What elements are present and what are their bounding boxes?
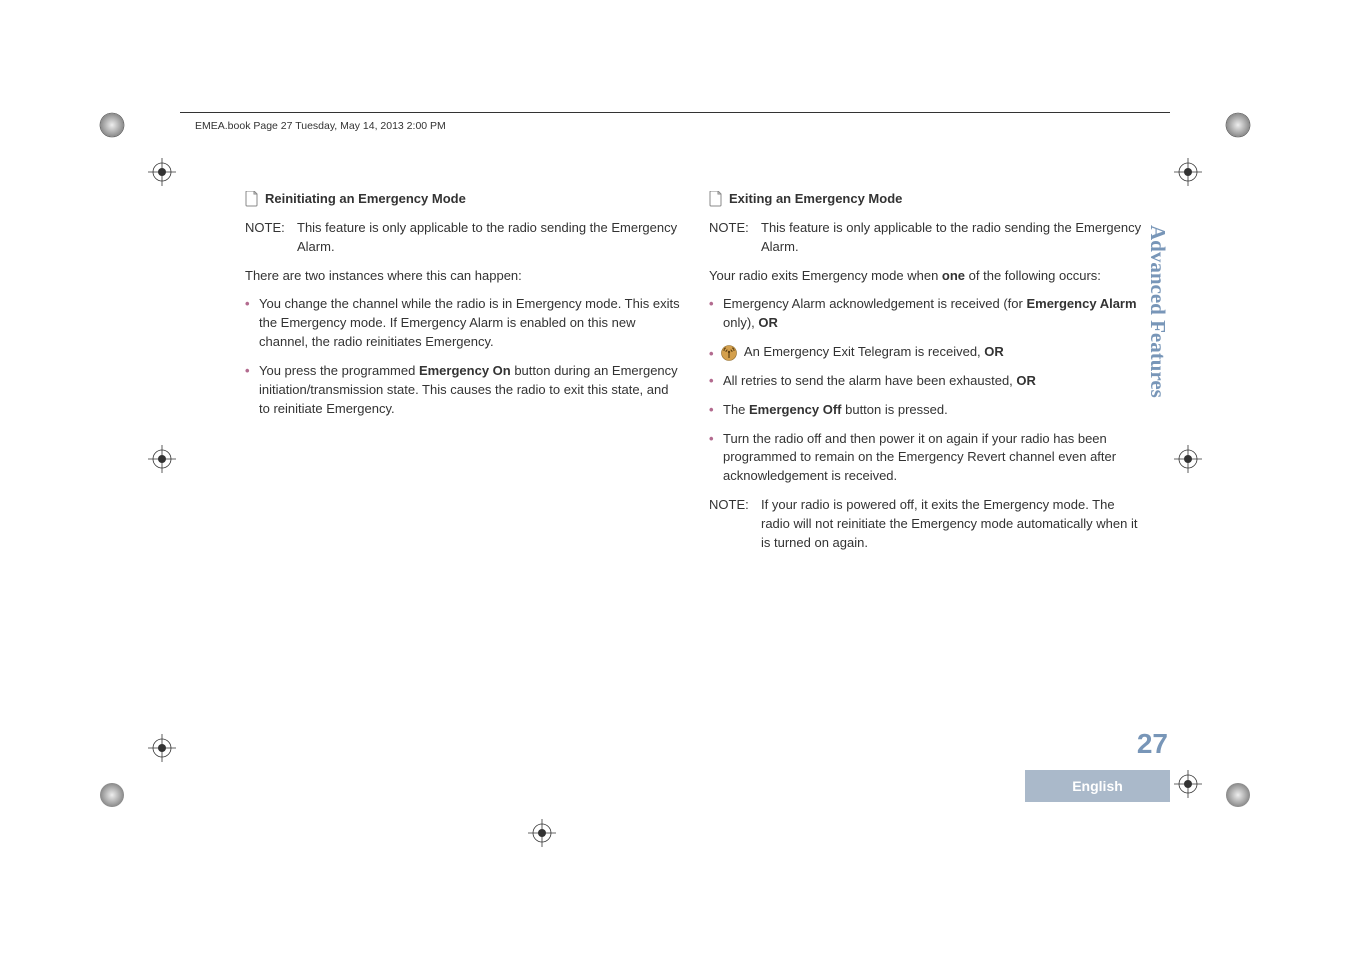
note-label: NOTE: (245, 219, 297, 257)
text: You press the programmed (259, 363, 419, 378)
paragraph: Your radio exits Emergency mode when one… (709, 267, 1145, 286)
antenna-icon (721, 345, 737, 361)
crop-corner-icon (1221, 778, 1255, 812)
header-text: EMEA.book Page 27 Tuesday, May 14, 2013 … (195, 120, 446, 132)
crop-reg-icon (528, 819, 556, 847)
crop-corner-icon (1221, 108, 1255, 142)
list-item: • An Emergency Exit Telegram is received… (709, 343, 1145, 362)
section-title: Exiting an Emergency Mode (729, 190, 902, 209)
bold-text: OR (984, 344, 1004, 359)
section-title: Reinitiating an Emergency Mode (265, 190, 466, 209)
document-icon (709, 191, 723, 207)
text: only), (723, 315, 758, 330)
crop-reg-icon (1174, 445, 1202, 473)
text: An Emergency Exit Telegram is received, (744, 344, 984, 359)
right-column: Exiting an Emergency Mode NOTE: This fea… (709, 190, 1145, 563)
header-rule (180, 112, 1170, 113)
list-item: Turn the radio off and then power it on … (709, 430, 1145, 487)
list-item: You press the programmed Emergency On bu… (245, 362, 681, 419)
document-icon (245, 191, 259, 207)
crop-reg-icon (1174, 158, 1202, 186)
note-label: NOTE: (709, 496, 761, 553)
text: Your radio exits Emergency mode when (709, 268, 942, 283)
bold-text: one (942, 268, 965, 283)
note-row: NOTE: This feature is only applicable to… (245, 219, 681, 257)
crop-reg-icon (148, 158, 176, 186)
list-item: You change the channel while the radio i… (245, 295, 681, 352)
list-item: The Emergency Off button is pressed. (709, 401, 1145, 420)
content-area: Reinitiating an Emergency Mode NOTE: Thi… (245, 190, 1145, 563)
bold-text: Emergency On (419, 363, 511, 378)
note-row: NOTE: If your radio is powered off, it e… (709, 496, 1145, 553)
section-heading: Reinitiating an Emergency Mode (245, 190, 681, 209)
bold-text: OR (1016, 373, 1036, 388)
text: of the following occurs: (965, 268, 1101, 283)
language-box: English (1025, 770, 1170, 802)
note-text: If your radio is powered off, it exits t… (761, 496, 1145, 553)
section-heading: Exiting an Emergency Mode (709, 190, 1145, 209)
section-tab: Advanced Features (1144, 225, 1170, 398)
note-text: This feature is only applicable to the r… (761, 219, 1145, 257)
crop-reg-icon (148, 734, 176, 762)
crop-corner-icon (95, 108, 129, 142)
text: All retries to send the alarm have been … (723, 373, 1016, 388)
crop-corner-icon (95, 778, 129, 812)
bold-text: Emergency Off (749, 402, 841, 417)
page-number: 27 (1137, 728, 1168, 760)
crop-reg-icon (1174, 770, 1202, 798)
bullet-list: Emergency Alarm acknowledgement is recei… (709, 295, 1145, 486)
paragraph: There are two instances where this can h… (245, 267, 681, 286)
note-row: NOTE: This feature is only applicable to… (709, 219, 1145, 257)
bold-text: Emergency Alarm (1026, 296, 1136, 311)
note-label: NOTE: (709, 219, 761, 257)
list-item: All retries to send the alarm have been … (709, 372, 1145, 391)
crop-reg-icon (148, 445, 176, 473)
text: button is pressed. (842, 402, 948, 417)
note-text: This feature is only applicable to the r… (297, 219, 681, 257)
text: Emergency Alarm acknowledgement is recei… (723, 296, 1026, 311)
bullet-marker: • (709, 345, 714, 364)
text: The (723, 402, 749, 417)
list-item: Emergency Alarm acknowledgement is recei… (709, 295, 1145, 333)
bullet-list: You change the channel while the radio i… (245, 295, 681, 418)
left-column: Reinitiating an Emergency Mode NOTE: Thi… (245, 190, 681, 563)
bold-text: OR (758, 315, 778, 330)
